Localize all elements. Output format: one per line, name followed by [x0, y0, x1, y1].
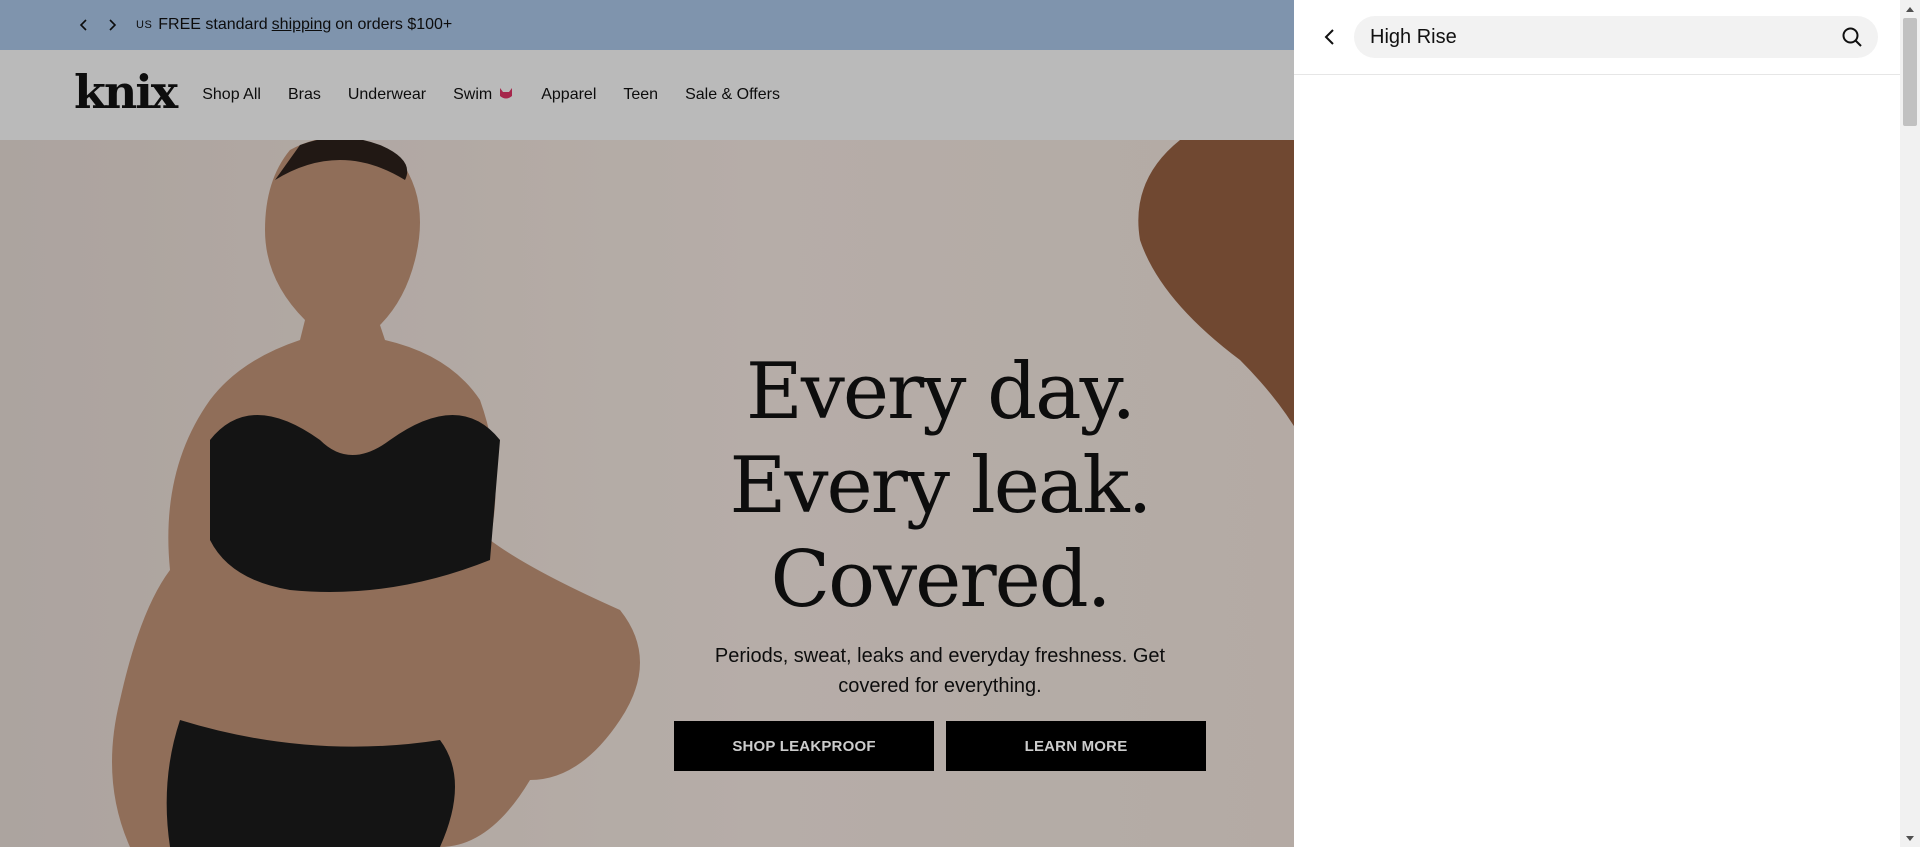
search-drawer: [1294, 0, 1900, 847]
search-header: [1294, 0, 1900, 75]
back-button[interactable]: [1318, 25, 1342, 49]
search-submit-button[interactable]: [1838, 23, 1866, 51]
chevron-left-icon: [1324, 29, 1334, 45]
search-input[interactable]: [1370, 25, 1838, 49]
scroll-down-arrow-icon[interactable]: [1900, 830, 1920, 847]
scrollbar-thumb[interactable]: [1903, 18, 1917, 126]
search-box: [1354, 16, 1878, 58]
search-icon: [1842, 27, 1862, 47]
page-scrollbar[interactable]: [1900, 0, 1920, 847]
page: US FREE standard shipping on orders $100…: [0, 0, 1900, 847]
page-dim-overlay[interactable]: [0, 0, 1294, 847]
scroll-up-arrow-icon[interactable]: [1900, 0, 1920, 17]
